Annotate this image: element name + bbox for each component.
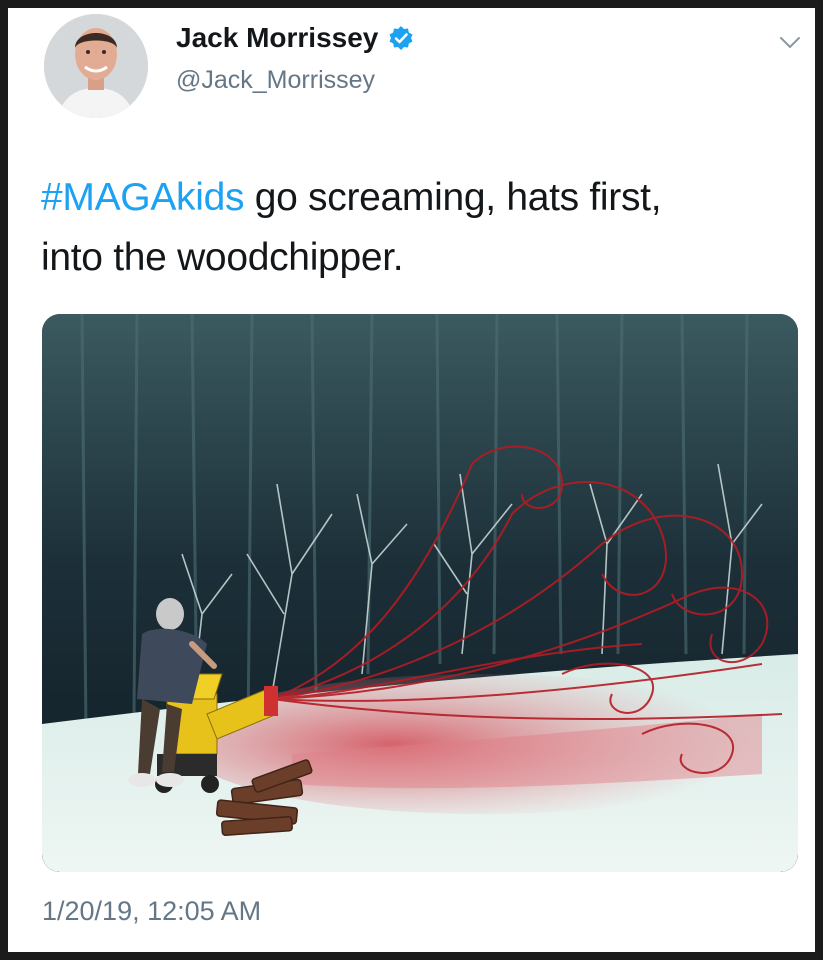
avatar[interactable] <box>44 14 148 118</box>
woodchipper-painting <box>42 314 798 872</box>
author-name[interactable]: Jack Morrissey <box>176 22 378 54</box>
chevron-down-icon[interactable] <box>778 32 802 52</box>
tweet-text: #MAGAkids go screaming, hats first, into… <box>41 168 791 288</box>
avatar-image <box>44 14 148 118</box>
tweet-media-image[interactable] <box>42 314 798 872</box>
hashtag-link[interactable]: #MAGAkids <box>41 176 245 219</box>
tweet-text-line1: go screaming, hats first, <box>244 176 662 219</box>
tweet-card: Jack Morrissey @Jack_Morrissey #MAGAkids… <box>8 8 815 952</box>
author-handle[interactable]: @Jack_Morrissey <box>176 66 375 95</box>
author-name-row[interactable]: Jack Morrissey <box>176 22 414 54</box>
tweet-text-line2: into the woodchipper. <box>41 236 404 279</box>
verified-badge-icon <box>389 26 413 50</box>
tweet-timestamp[interactable]: 1/20/19, 12:05 AM <box>42 896 261 927</box>
